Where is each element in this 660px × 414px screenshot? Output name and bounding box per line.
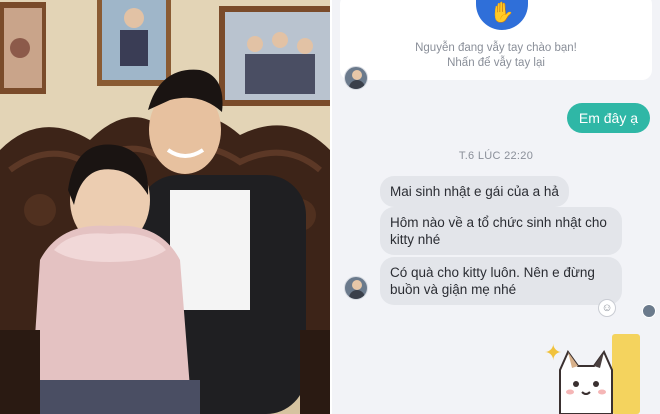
wave-back-link[interactable]: Nhấn để vẫy tay lại: [340, 57, 652, 69]
waving-hand-icon: ✋: [476, 0, 528, 30]
family-photo: [0, 0, 330, 414]
wave-notice-text: Nguyễn đang vẫy tay chào bạn!: [415, 42, 577, 54]
avatar[interactable]: [344, 276, 368, 300]
photo-illustration: [0, 0, 330, 414]
outgoing-message[interactable]: Em đây ạ: [566, 103, 650, 133]
cat-sticker-icon[interactable]: ✦: [532, 322, 660, 414]
wave-notice-card[interactable]: ✋ Nguyễn đang vẫy tay chào bạn! Nhấn để …: [340, 0, 652, 80]
seen-indicator-avatar: [642, 304, 656, 318]
add-reaction-icon[interactable]: ☺: [598, 299, 616, 317]
cat-face-icon: [559, 349, 613, 414]
chat-panel: ✋ Nguyễn đang vẫy tay chào bạn! Nhấn để …: [332, 0, 660, 414]
incoming-message[interactable]: Mai sinh nhật e gái của a hả: [380, 176, 569, 207]
time-separator: T.6 LÚC 22:20: [458, 150, 534, 162]
incoming-message[interactable]: Có quà cho kitty luôn. Nên e đừng buồn v…: [380, 257, 622, 305]
avatar[interactable]: [344, 66, 368, 90]
incoming-message[interactable]: Hôm nào về a tổ chức sinh nhật cho kitty…: [380, 207, 622, 255]
